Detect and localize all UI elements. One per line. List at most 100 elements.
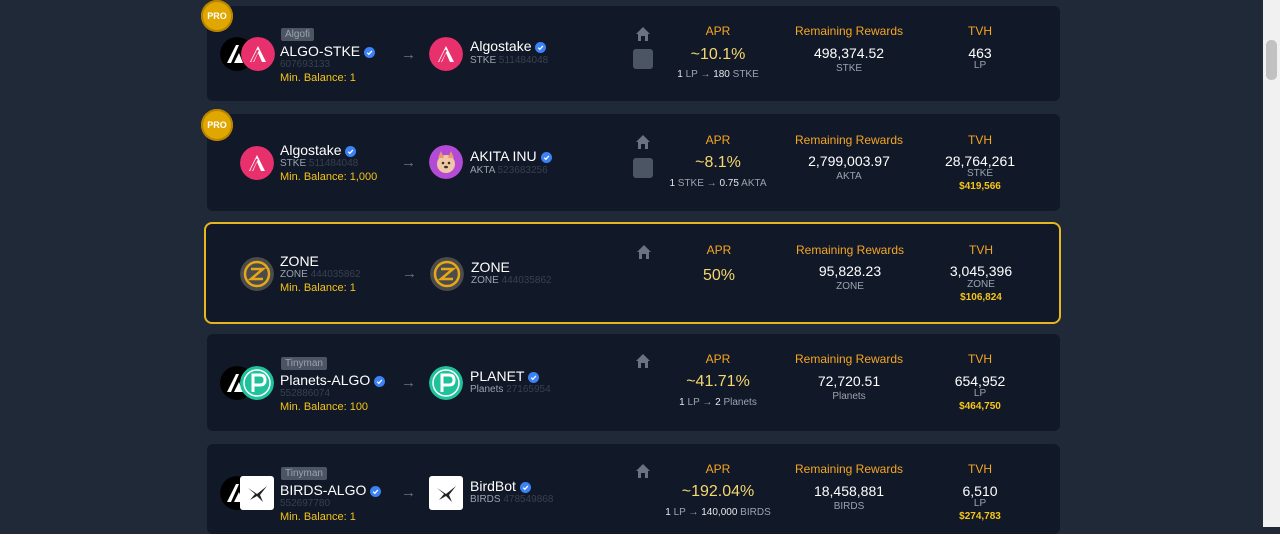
- tvh-usd: $274,783: [959, 511, 1001, 522]
- pool-card[interactable]: Algofi ALGO-STKE 607693133 Min. Balance:…: [207, 6, 1060, 101]
- home-icon[interactable]: [635, 26, 651, 42]
- tvh-label: TVH: [968, 133, 992, 147]
- platform-tag: Algofi: [281, 28, 315, 41]
- remaining-rewards-unit: ZONE: [836, 281, 864, 292]
- remaining-rewards-label: Remaining Rewards: [794, 133, 904, 147]
- reward-token-ticker: STKE 511484048: [470, 55, 549, 66]
- min-balance: Min. Balance: 1: [280, 511, 356, 523]
- min-balance: Min. Balance: 1,000: [280, 171, 378, 183]
- apr-label: APR: [706, 243, 732, 257]
- verified-icon: [528, 372, 539, 383]
- remaining-rewards-value: 498,374.52: [813, 45, 885, 61]
- tvh-usd: $106,824: [960, 292, 1002, 303]
- tvh-value: 6,510: [962, 483, 998, 499]
- reward-token-name[interactable]: PLANET: [470, 368, 539, 384]
- home-icon[interactable]: [636, 244, 652, 260]
- tvh-unit: LP: [973, 388, 987, 399]
- reward-rate: 1 LP → 180 STKE: [677, 69, 759, 80]
- reward-token-name[interactable]: Algostake: [470, 38, 546, 54]
- scrollbar-thumb[interactable]: [1266, 40, 1277, 80]
- pool-card[interactable]: Algostake STKE 511484048 Min. Balance: 1…: [207, 114, 1060, 211]
- zone-icon: [430, 257, 464, 291]
- lock-icon[interactable]: [633, 49, 653, 69]
- verified-icon: [520, 482, 531, 493]
- apr-label: APR: [705, 133, 731, 147]
- pool-card[interactable]: Tinyman BIRDS-ALGO 552697780 Min. Balanc…: [207, 444, 1060, 534]
- birdbot-icon: [240, 476, 274, 510]
- remaining-rewards-value: 18,458,881: [813, 483, 885, 499]
- akita-icon: [429, 145, 463, 179]
- tvh-value: 28,764,261: [944, 153, 1016, 169]
- apr-value: ~192.04%: [681, 483, 755, 500]
- min-balance: Min. Balance: 1: [280, 282, 356, 294]
- birdbot-icon: [429, 476, 463, 510]
- stake-token-name[interactable]: BIRDS-ALGO: [280, 482, 381, 498]
- remaining-rewards-unit: STKE: [835, 63, 863, 74]
- stke-icon: [240, 146, 274, 180]
- stke-icon: [429, 37, 463, 71]
- tvh-label: TVH: [968, 24, 992, 38]
- stake-token-ticker: STKE 511484048: [280, 158, 359, 169]
- stake-token-name[interactable]: ZONE: [280, 253, 319, 269]
- remaining-rewards-unit: Planets: [832, 391, 866, 402]
- apr-value: 50%: [702, 267, 736, 284]
- reward-token-ticker: ZONE 444035862: [471, 275, 552, 286]
- reward-token-name[interactable]: ZONE: [471, 259, 510, 275]
- remaining-rewards-value: 2,799,003.97: [808, 153, 890, 169]
- verified-icon: [541, 152, 552, 163]
- reward-token-ticker: AKTA 523683256: [470, 165, 548, 176]
- stake-token-name[interactable]: ALGO-STKE: [280, 43, 375, 59]
- reward-token-name[interactable]: AKITA INU: [470, 148, 552, 164]
- lock-icon[interactable]: [633, 158, 653, 178]
- tvh-value: 3,045,396: [949, 263, 1013, 279]
- reward-rate: 1 STKE → 0.75 AKTA: [669, 178, 767, 189]
- reward-token-ticker: BIRDS 478549868: [470, 494, 554, 505]
- stake-token-id: 552886074: [280, 388, 331, 399]
- tvh-unit: ZONE: [967, 279, 995, 290]
- tvh-value: 654,952: [954, 373, 1006, 389]
- arrow-right-icon: →: [401, 484, 416, 501]
- stke-icon: [241, 37, 275, 71]
- remaining-rewards-value: 72,720.51: [817, 373, 881, 389]
- verified-icon: [374, 376, 385, 387]
- verified-icon: [345, 146, 356, 157]
- home-icon[interactable]: [635, 134, 651, 150]
- remaining-rewards-label: Remaining Rewards: [794, 24, 904, 38]
- remaining-rewards-value: 95,828.23: [818, 263, 882, 279]
- tvh-unit: LP: [973, 498, 987, 509]
- planet-icon: [240, 366, 274, 400]
- pool-card[interactable]: Tinyman Planets-ALGO 552886074 Min. Bala…: [207, 334, 1060, 431]
- reward-token-name[interactable]: BirdBot: [470, 478, 531, 494]
- remaining-rewards-label: Remaining Rewards: [795, 243, 905, 257]
- home-icon[interactable]: [635, 463, 651, 479]
- planet-icon: [429, 366, 463, 400]
- pool-card-featured[interactable]: ZONE ZONE 444035862 Min. Balance: 1 → ZO…: [204, 222, 1061, 324]
- remaining-rewards-unit: BIRDS: [833, 501, 865, 512]
- arrow-right-icon: →: [402, 265, 417, 282]
- arrow-right-icon: →: [401, 154, 416, 171]
- tvh-label: TVH: [969, 243, 993, 257]
- apr-label: APR: [705, 24, 731, 38]
- tvh-usd: $464,750: [959, 401, 1001, 412]
- verified-icon: [535, 42, 546, 53]
- stake-token-id: 552697780: [280, 498, 331, 509]
- reward-token-ticker: Planets 27165954: [470, 384, 551, 395]
- tvh-value: 463: [968, 45, 992, 61]
- stake-token-name[interactable]: Planets-ALGO: [280, 372, 385, 388]
- stake-token-id: 607693133: [280, 59, 331, 70]
- stake-token-name[interactable]: Algostake: [280, 142, 356, 158]
- arrow-right-icon: →: [401, 46, 416, 63]
- apr-value: ~41.71%: [686, 373, 750, 390]
- tvh-unit: STKE: [966, 168, 994, 179]
- apr-label: APR: [705, 462, 731, 476]
- verified-icon: [364, 47, 375, 58]
- reward-rate: 1 LP → 2 Planets: [679, 397, 757, 408]
- apr-value: ~10.1%: [690, 46, 746, 63]
- min-balance: Min. Balance: 100: [280, 401, 369, 413]
- arrow-right-icon: →: [401, 374, 416, 391]
- zone-icon: [240, 257, 274, 291]
- remaining-rewards-unit: AKTA: [836, 171, 862, 182]
- home-icon[interactable]: [635, 353, 651, 369]
- tvh-usd: $419,566: [959, 181, 1001, 192]
- remaining-rewards-label: Remaining Rewards: [794, 352, 904, 366]
